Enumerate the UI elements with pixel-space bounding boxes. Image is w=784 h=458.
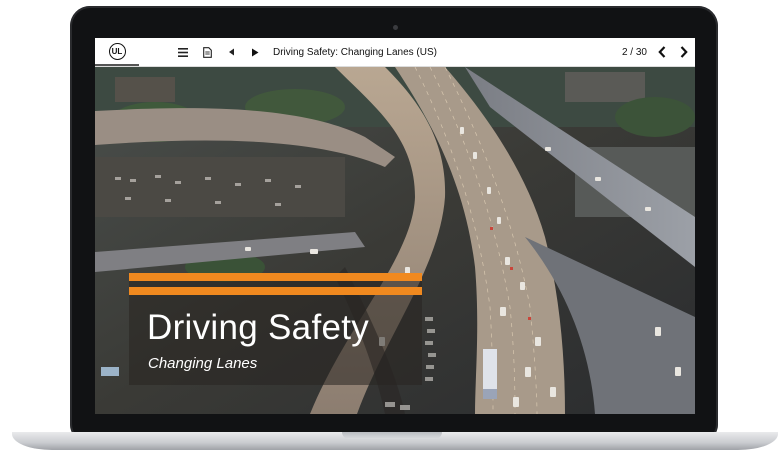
rewind-button[interactable] bbox=[219, 38, 243, 66]
slide-title: Driving Safety bbox=[147, 308, 370, 347]
chevron-left-icon bbox=[658, 46, 666, 58]
camera-icon bbox=[393, 25, 398, 30]
slide-subtitle: Changing Lanes bbox=[148, 355, 258, 372]
previous-page-button[interactable] bbox=[651, 38, 673, 66]
accent-bar-bottom bbox=[129, 287, 422, 295]
next-page-button[interactable] bbox=[673, 38, 695, 66]
rewind-icon bbox=[228, 48, 234, 56]
chevron-right-icon bbox=[680, 46, 688, 58]
play-icon bbox=[252, 48, 259, 56]
course-title: Driving Safety: Changing Lanes (US) bbox=[273, 46, 437, 58]
menu-icon bbox=[178, 47, 188, 57]
document-icon bbox=[202, 46, 212, 58]
document-button[interactable] bbox=[195, 38, 219, 66]
accent-bar-top bbox=[129, 273, 422, 281]
course-toolbar: UL Driving Safety: Changing Lanes (US) 2… bbox=[95, 38, 695, 67]
ul-logo: UL bbox=[95, 38, 139, 66]
screen: UL Driving Safety: Changing Lanes (US) 2… bbox=[95, 38, 695, 414]
play-button[interactable] bbox=[243, 38, 267, 66]
menu-button[interactable] bbox=[171, 38, 195, 66]
laptop-opening-notch bbox=[342, 432, 442, 439]
page-indicator: 2 / 30 bbox=[621, 46, 647, 58]
ul-logo-mark: UL bbox=[108, 42, 126, 60]
